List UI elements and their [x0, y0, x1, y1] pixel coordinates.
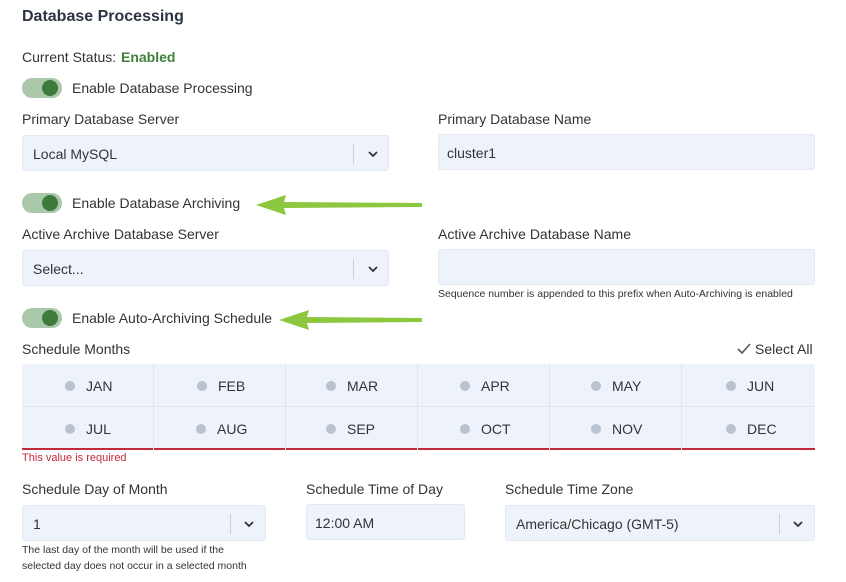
month-label: MAY — [612, 378, 642, 394]
month-oct[interactable]: OCT — [418, 407, 550, 450]
month-may[interactable]: MAY — [550, 364, 682, 407]
radio-dot-icon — [197, 381, 207, 391]
month-label: JUL — [86, 421, 111, 437]
radio-dot-icon — [726, 424, 736, 434]
radio-dot-icon — [326, 424, 336, 434]
primary-server-select[interactable]: Local MySQL — [22, 135, 389, 171]
month-sep[interactable]: SEP — [286, 407, 418, 450]
archive-name-hint: Sequence number is appended to this pref… — [438, 288, 793, 300]
radio-dot-icon — [460, 424, 470, 434]
radio-dot-icon — [591, 381, 601, 391]
month-grid: JAN FEB MAR APR MAY JUN JUL AUG SEP OCT … — [22, 364, 815, 450]
page-title: Database Processing — [22, 8, 184, 25]
primary-name-input[interactable]: cluster1 — [438, 134, 815, 170]
archive-name-label: Active Archive Database Name — [438, 226, 631, 242]
status-badge: Enabled — [121, 49, 176, 65]
toggle-knob — [42, 80, 58, 96]
primary-server-label: Primary Database Server — [22, 111, 180, 127]
primary-server-value: Local MySQL — [33, 146, 118, 162]
month-jul[interactable]: JUL — [22, 407, 154, 450]
archive-server-value: Select... — [33, 261, 84, 277]
hint-line: The last day of the month will be used i… — [22, 544, 224, 556]
select-separator — [230, 514, 231, 534]
chevron-down-icon[interactable] — [366, 147, 380, 161]
schedule-timezone-label: Schedule Time Zone — [505, 481, 634, 497]
select-separator — [779, 514, 780, 534]
archive-server-select[interactable]: Select... — [22, 250, 389, 286]
select-all-label: Select All — [755, 341, 813, 357]
primary-name-value: cluster1 — [447, 145, 497, 161]
radio-dot-icon — [726, 381, 736, 391]
annotation-arrow-icon — [256, 195, 422, 215]
enable-processing-label: Enable Database Processing — [72, 80, 253, 96]
month-label: SEP — [347, 421, 376, 437]
archive-name-input[interactable] — [438, 249, 815, 285]
radio-dot-icon — [326, 381, 336, 391]
month-jun[interactable]: JUN — [682, 364, 815, 407]
annotation-arrow-icon — [279, 310, 422, 330]
schedule-day-label: Schedule Day of Month — [22, 481, 168, 497]
month-label: APR — [481, 378, 510, 394]
schedule-time-label: Schedule Time of Day — [306, 481, 443, 497]
select-separator — [353, 144, 354, 164]
toggle-knob — [42, 310, 58, 326]
month-label: OCT — [481, 421, 511, 437]
month-mar[interactable]: MAR — [286, 364, 418, 407]
schedule-timezone-select[interactable]: America/Chicago (GMT-5) — [505, 505, 815, 541]
radio-dot-icon — [591, 424, 601, 434]
enable-auto-schedule-toggle[interactable] — [22, 308, 62, 328]
status-label: Current Status: — [22, 49, 117, 65]
radio-dot-icon — [196, 424, 206, 434]
month-jan[interactable]: JAN — [22, 364, 154, 407]
chevron-down-icon[interactable] — [366, 262, 380, 276]
enable-archiving-label: Enable Database Archiving — [72, 195, 241, 211]
month-label: JAN — [86, 378, 113, 394]
month-label: NOV — [612, 421, 643, 437]
select-all-button[interactable]: Select All — [737, 341, 813, 357]
select-separator — [353, 259, 354, 279]
enable-processing-toggle[interactable] — [22, 78, 62, 98]
hint-line: selected day does not occur in a selecte… — [22, 560, 247, 572]
month-label: DEC — [747, 421, 777, 437]
schedule-day-value: 1 — [33, 516, 41, 532]
chevron-down-icon[interactable] — [242, 517, 256, 531]
schedule-timezone-value: America/Chicago (GMT-5) — [516, 516, 679, 532]
enable-archiving-toggle[interactable] — [22, 193, 62, 213]
radio-dot-icon — [65, 381, 75, 391]
radio-dot-icon — [460, 381, 470, 391]
month-nov[interactable]: NOV — [550, 407, 682, 450]
chevron-down-icon[interactable] — [791, 517, 805, 531]
archive-server-label: Active Archive Database Server — [22, 226, 219, 242]
month-label: JUN — [747, 378, 775, 394]
month-label: AUG — [217, 421, 248, 437]
enable-auto-schedule-label: Enable Auto-Archiving Schedule — [72, 310, 273, 326]
month-dec[interactable]: DEC — [682, 407, 815, 450]
schedule-day-select[interactable]: 1 — [22, 505, 266, 541]
check-icon — [737, 343, 751, 355]
primary-name-label: Primary Database Name — [438, 111, 592, 127]
radio-dot-icon — [65, 424, 75, 434]
schedule-months-label: Schedule Months — [22, 341, 131, 357]
month-apr[interactable]: APR — [418, 364, 550, 407]
month-label: FEB — [218, 378, 246, 394]
schedule-time-value: 12:00 AM — [315, 515, 375, 531]
months-error-message: This value is required — [22, 452, 127, 464]
month-label: MAR — [347, 378, 379, 394]
month-aug[interactable]: AUG — [154, 407, 286, 450]
toggle-knob — [42, 195, 58, 211]
schedule-time-input[interactable]: 12:00 AM — [306, 504, 465, 540]
month-feb[interactable]: FEB — [154, 364, 286, 407]
schedule-day-hint: The last day of the month will be used i… — [22, 542, 247, 574]
